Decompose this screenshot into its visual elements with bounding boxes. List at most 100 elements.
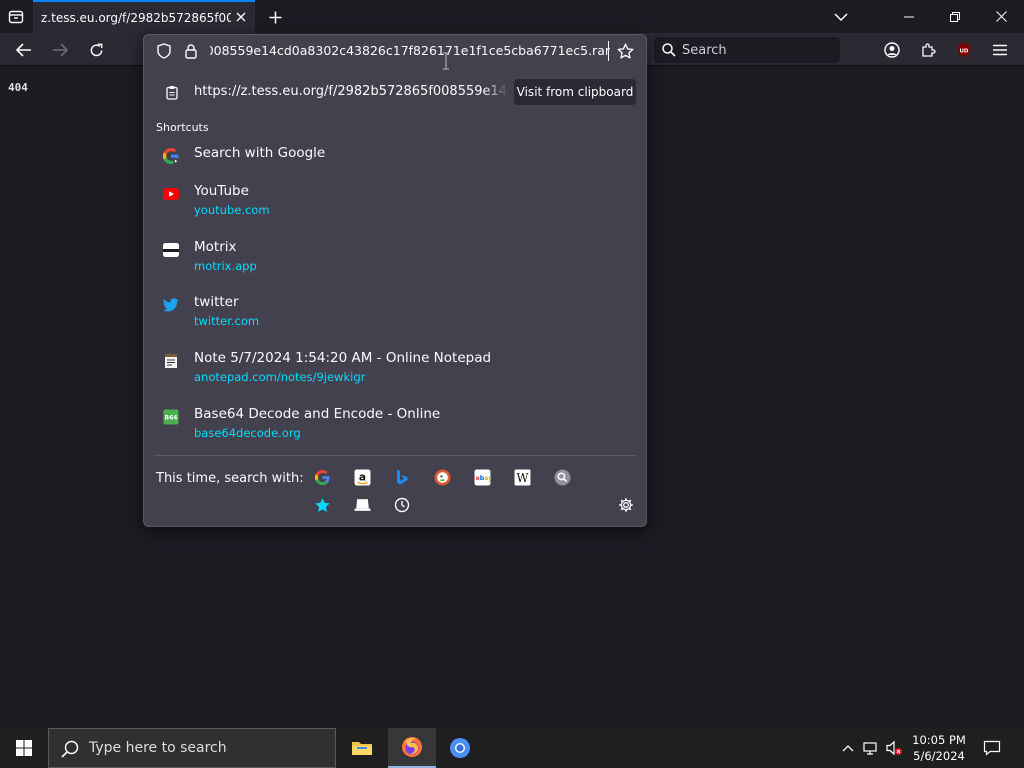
svg-text:W: W [516, 470, 528, 484]
svg-text:B64: B64 [165, 415, 178, 422]
show-hidden-icons-button[interactable] [838, 738, 858, 758]
taskbar-search-box[interactable]: Type here to search [48, 728, 336, 768]
urlbar-input[interactable]: https://z.tess.eu.org/f/2982b572865f0085… [144, 35, 646, 67]
clipboard-icon [164, 83, 180, 101]
restore-icon [950, 11, 960, 22]
taskbar-search-placeholder: Type here to search [89, 740, 227, 756]
site-info-button[interactable] [184, 43, 198, 59]
firefox-view-button[interactable] [4, 6, 28, 28]
ublock-icon: UD [958, 43, 970, 57]
result-youtube[interactable]: YouTube youtube.com [154, 183, 636, 221]
forward-button[interactable] [48, 38, 72, 62]
tab-close-button[interactable] [233, 9, 249, 25]
result-url: twitter.com [194, 314, 260, 328]
bookmark-star-button[interactable] [616, 42, 634, 60]
taskbar: Type here to search 10:05 PM 5/6/2024 [0, 728, 1024, 768]
amazon-icon[interactable]: a [352, 467, 372, 487]
popup-divider [154, 455, 636, 456]
ebay-icon[interactable]: ebay [472, 467, 492, 487]
taskbar-clock[interactable]: 10:05 PM 5/6/2024 [904, 732, 974, 764]
history-icon[interactable] [392, 495, 412, 515]
result-twitter[interactable]: twitter twitter.com [154, 294, 636, 332]
duckduckgo-icon[interactable] [432, 467, 452, 487]
extensions-button[interactable] [916, 38, 940, 62]
base64-icon: B64 [162, 408, 180, 426]
result-motrix[interactable]: Motrix motrix.app [154, 239, 636, 277]
motrix-icon [162, 241, 180, 259]
action-center-button[interactable] [982, 738, 1002, 758]
volume-button[interactable] [884, 738, 904, 758]
account-button[interactable] [880, 38, 904, 62]
start-button[interactable] [0, 728, 48, 768]
clock-date: 5/6/2024 [913, 749, 965, 763]
result-title: Note 5/7/2024 1:54:20 AM - Online Notepa… [194, 350, 492, 366]
result-search-google[interactable]: Search with Google [154, 145, 636, 167]
ublock-origin-button[interactable]: UD [952, 38, 976, 62]
volume-muted-icon [886, 740, 902, 756]
google-icon [162, 147, 180, 165]
youtube-icon [162, 185, 180, 203]
google-icon[interactable] [312, 467, 332, 487]
svg-text:UD: UD [959, 49, 968, 55]
twitter-icon [162, 296, 180, 314]
search-bar[interactable]: Search [654, 37, 840, 63]
page-content: 404 [8, 81, 28, 94]
search-bar-placeholder: Search [682, 42, 727, 58]
firefox-icon [402, 737, 422, 757]
menu-button[interactable] [988, 38, 1012, 62]
lock-icon [185, 43, 197, 59]
chromium-taskbar-button[interactable] [436, 728, 484, 768]
active-tab[interactable]: z.tess.eu.org/f/2982b572865f008559e14cd0… [33, 0, 255, 33]
result-base64decode[interactable]: B64 Base64 Decode and Encode - Online ba… [154, 406, 636, 444]
clipboard-url-fade [484, 81, 508, 103]
bing-icon[interactable] [392, 467, 412, 487]
result-url: base64decode.org [194, 426, 301, 440]
chevron-down-icon [834, 12, 848, 21]
search-icon [61, 740, 79, 758]
url-text[interactable]: https://z.tess.eu.org/f/2982b572865f0085… [210, 43, 610, 58]
tab-strip: z.tess.eu.org/f/2982b572865f008559e14cd0… [0, 0, 1024, 33]
result-title: Base64 Decode and Encode - Online [194, 406, 441, 422]
bookmarks-icon[interactable] [312, 495, 332, 515]
search-settings-button[interactable] [616, 495, 636, 515]
back-button[interactable] [12, 38, 36, 62]
reload-button[interactable] [84, 38, 108, 62]
new-tab-button[interactable] [264, 6, 286, 28]
search-engine-icon[interactable] [552, 467, 572, 487]
close-icon [995, 11, 1007, 22]
chromium-icon [450, 738, 470, 758]
tab-title: z.tess.eu.org/f/2982b572865f008559e14cd0… [41, 10, 231, 25]
search-icon [662, 43, 676, 57]
tracking-protection-button[interactable] [156, 43, 172, 59]
account-icon [884, 42, 900, 58]
file-explorer-button[interactable] [338, 728, 386, 768]
visit-from-clipboard-button[interactable]: Visit from clipboard [514, 79, 636, 105]
hamburger-icon [993, 44, 1007, 56]
svg-text:ebay: ebay [475, 475, 490, 482]
wikipedia-icon[interactable]: W [512, 467, 532, 487]
search-with-label: This time, search with: [156, 471, 304, 486]
result-url: youtube.com [194, 203, 270, 217]
clipboard-url: https://z.tess.eu.org/f/2982b572865f0085… [194, 84, 506, 99]
minimize-button[interactable] [886, 0, 932, 33]
firefox-taskbar-button[interactable] [388, 728, 436, 768]
result-url: motrix.app [194, 259, 257, 273]
windows-icon [16, 740, 32, 756]
urlbar-popup: https://z.tess.eu.org/f/2982b572865f0085… [143, 34, 647, 527]
tabs-icon[interactable] [352, 495, 372, 515]
close-window-button[interactable] [978, 0, 1024, 33]
result-title: Search with Google [194, 145, 326, 161]
clipboard-suggestion[interactable]: https://z.tess.eu.org/f/2982b572865f0085… [154, 75, 636, 109]
svg-text:a: a [358, 470, 365, 483]
minimize-icon [904, 16, 914, 17]
plus-icon [269, 11, 281, 23]
notepad-icon [162, 352, 180, 370]
list-all-tabs-button[interactable] [818, 0, 864, 33]
mouse-ibeam-cursor [442, 52, 450, 70]
result-online-notepad[interactable]: Note 5/7/2024 1:54:20 AM - Online Notepa… [154, 350, 636, 388]
clock-time: 10:05 PM [912, 733, 966, 747]
network-button[interactable] [861, 738, 881, 758]
restore-button[interactable] [932, 0, 978, 33]
result-title: Motrix [194, 239, 237, 255]
star-outline-icon [617, 43, 633, 59]
